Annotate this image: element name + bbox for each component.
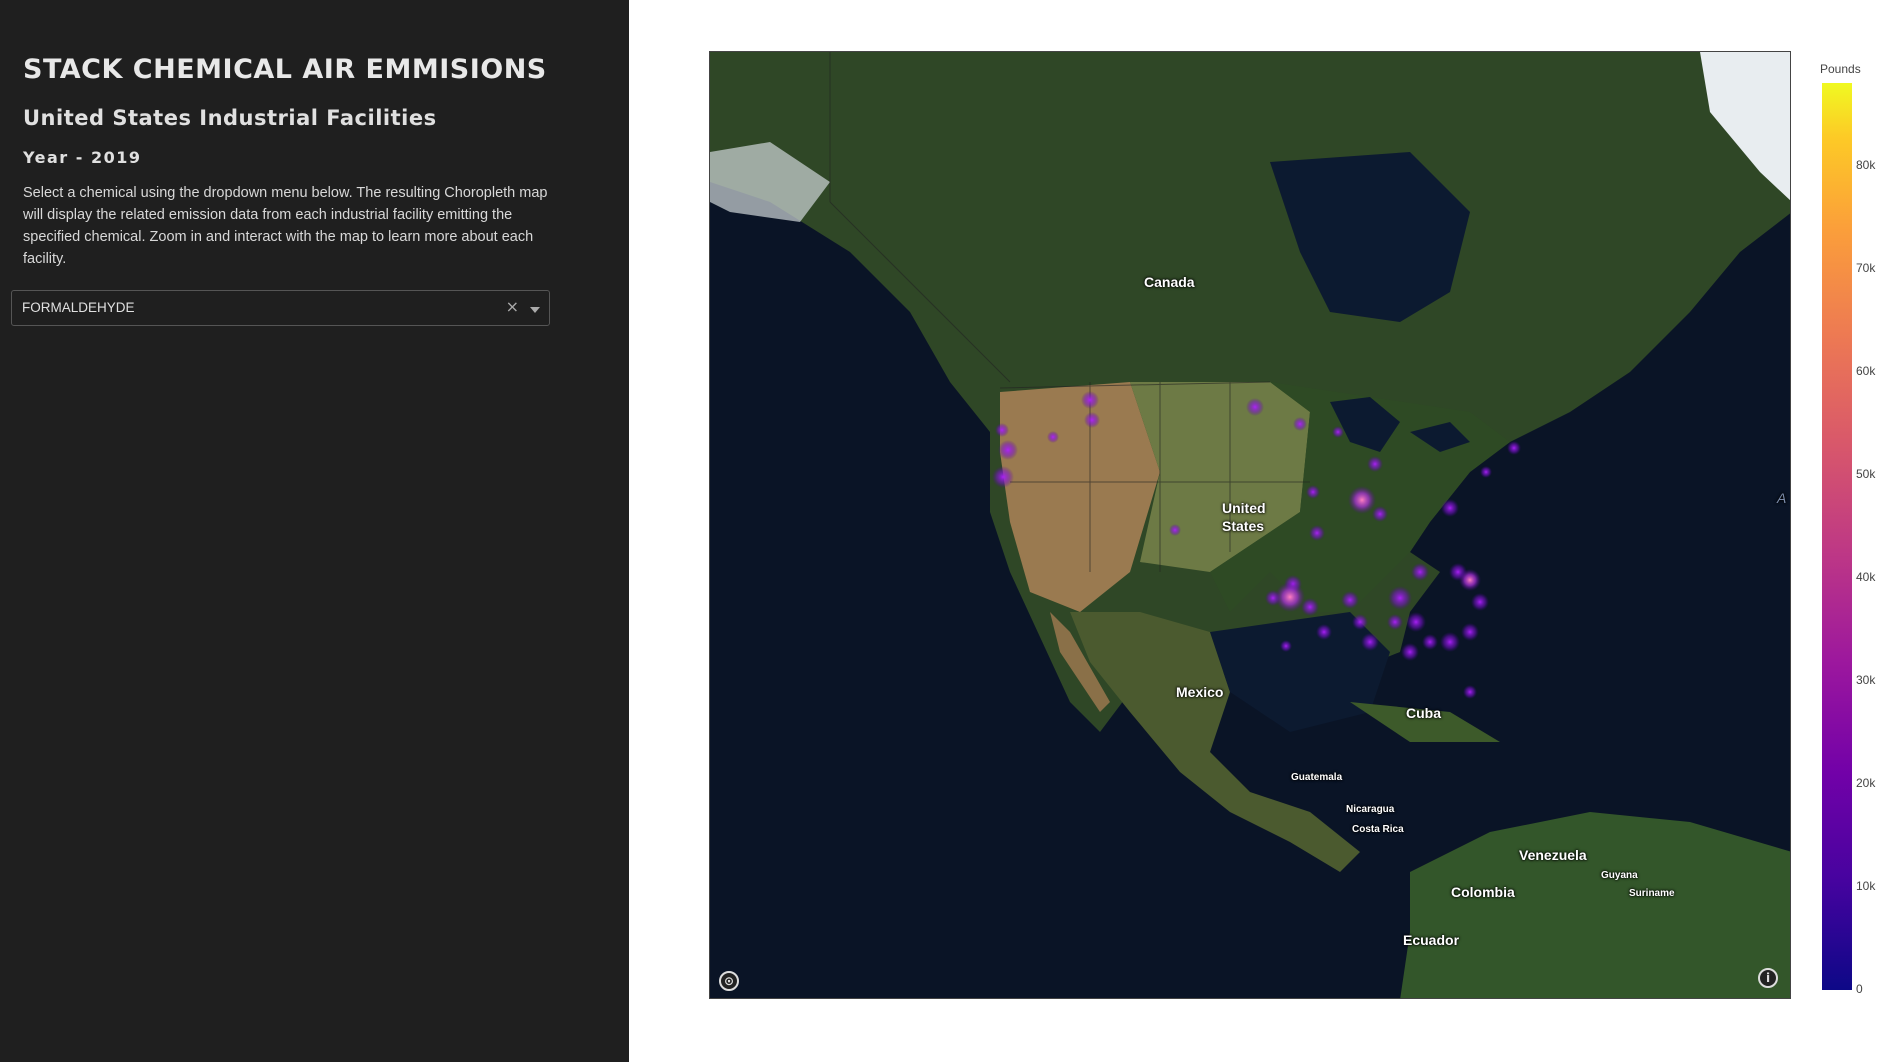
compass-icon[interactable]: ⊙	[719, 971, 739, 991]
description-text: Select a chemical using the dropdown men…	[23, 185, 548, 267]
colorbar-tick: 40k	[1856, 570, 1876, 584]
label-guyana: Guyana	[1601, 870, 1638, 881]
colorbar-tick: 10k	[1856, 879, 1876, 893]
chemical-dropdown[interactable]: FORMALDEHYDE ×	[11, 290, 550, 326]
label-costa-rica: Costa Rica	[1352, 824, 1404, 835]
label-ecuador: Ecuador	[1403, 932, 1460, 948]
chevron-down-icon[interactable]	[530, 307, 540, 313]
label-edge-letter: A	[1777, 490, 1787, 506]
label-suriname: Suriname	[1629, 888, 1675, 899]
label-nicaragua: Nicaragua	[1346, 804, 1395, 815]
label-cuba: Cuba	[1406, 705, 1441, 721]
label-colombia: Colombia	[1451, 884, 1515, 900]
year-label: Year - 2019	[23, 148, 142, 167]
page-title: STACK CHEMICAL AIR EMMISIONS	[23, 54, 547, 85]
label-mexico: Mexico	[1176, 684, 1224, 700]
colorbar-tick: 60k	[1856, 364, 1876, 378]
colorbar-tick: 80k	[1856, 158, 1876, 172]
colorbar-tick: 20k	[1856, 776, 1876, 790]
sidebar: STACK CHEMICAL AIR EMMISIONS United Stat…	[0, 0, 629, 1062]
colorbar-tick: 70k	[1856, 261, 1876, 275]
colorbar-tick: 50k	[1856, 467, 1876, 481]
page-subtitle: United States Industrial Facilities	[23, 106, 437, 130]
info-icon[interactable]: i	[1758, 968, 1778, 988]
emissions-map[interactable]: Canada United States Mexico Cuba Guatema…	[709, 51, 1791, 999]
colorbar-title: Pounds	[1820, 62, 1861, 76]
label-united-states-1: United	[1222, 500, 1266, 516]
label-venezuela: Venezuela	[1519, 847, 1587, 863]
colorbar-tick: 30k	[1856, 673, 1876, 687]
colorbar	[1822, 83, 1852, 990]
clear-icon[interactable]: ×	[506, 297, 519, 316]
label-guatemala: Guatemala	[1291, 772, 1343, 783]
colorbar-tick: 0	[1856, 982, 1863, 996]
chemical-dropdown-value: FORMALDEHYDE	[22, 300, 135, 315]
label-united-states-2: States	[1222, 518, 1265, 534]
label-canada: Canada	[1144, 274, 1195, 290]
